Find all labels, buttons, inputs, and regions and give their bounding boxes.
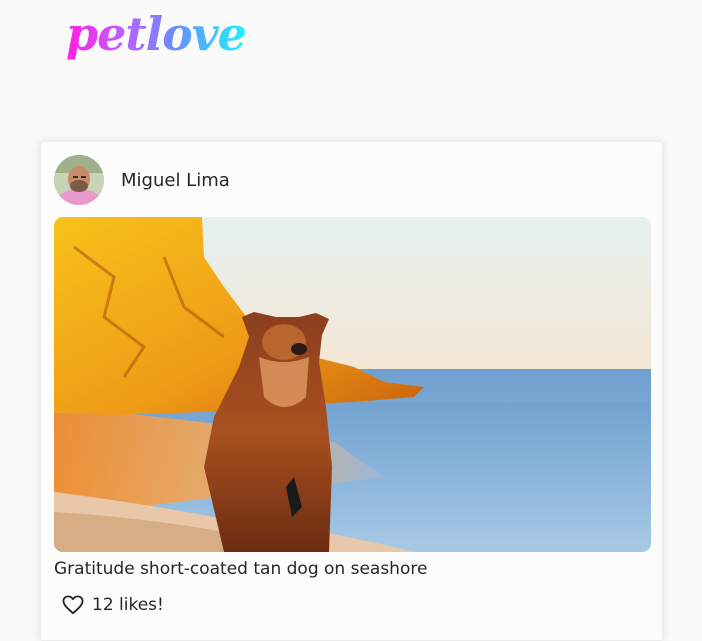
- post-image: [54, 217, 651, 552]
- likes-row: 12 likes!: [62, 595, 164, 615]
- author-avatar[interactable]: [54, 155, 104, 205]
- author-name[interactable]: Miguel Lima: [121, 170, 230, 191]
- post-caption: Gratitude short-coated tan dog on seasho…: [54, 559, 428, 579]
- post-header: Miguel Lima: [54, 155, 230, 205]
- post-card: Miguel Lima Gratitude short-coated tan d…: [40, 141, 663, 641]
- likes-count: 12 likes!: [92, 595, 164, 615]
- heart-outline-icon[interactable]: [62, 595, 84, 615]
- petlove-logo[interactable]: petlove: [66, 4, 247, 64]
